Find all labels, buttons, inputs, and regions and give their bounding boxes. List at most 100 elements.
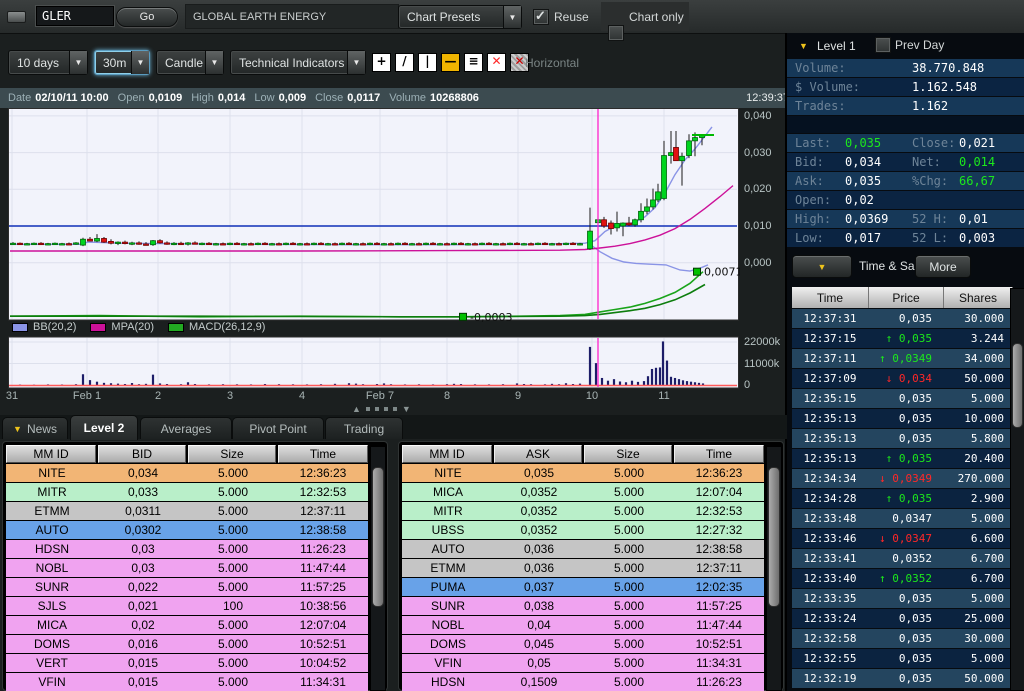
ts-row[interactable]: 12:34:28↑ 0,0352.900	[792, 489, 1010, 508]
ts-row[interactable]: 12:32:580,03530.000	[792, 629, 1010, 648]
chart-style-dropdown[interactable]: Candle ▼	[156, 50, 224, 75]
ts-column-header[interactable]: Shares	[944, 287, 1013, 308]
ts-row[interactable]: 12:35:13↑ 0,03520.400	[792, 449, 1010, 468]
level1-quote-row: Open:0,02	[787, 191, 1024, 209]
l2-column-header[interactable]: ASK	[494, 445, 582, 463]
crosshair-plus-icon[interactable]: +	[372, 53, 391, 72]
ts-row[interactable]: 12:33:350,0355.000	[792, 589, 1010, 608]
l2-bid-row[interactable]: HDSN0,035.00011:26:23	[6, 540, 368, 558]
l2-ask-row[interactable]: AUTO0,0365.00012:38:58	[402, 540, 764, 558]
l2-ask-row[interactable]: DOMS0,0455.00010:52:51	[402, 635, 764, 653]
scrollbar-thumb[interactable]	[768, 467, 780, 607]
symbol-input[interactable]	[36, 6, 114, 26]
trendline-icon[interactable]: /	[395, 53, 414, 72]
pager-down-icon[interactable]: ▼	[402, 404, 411, 414]
l2-ask-row[interactable]: MICA0,03525.00012:07:04	[402, 483, 764, 501]
ts-row[interactable]: 12:33:240,03525.000	[792, 609, 1010, 628]
ts-row[interactable]: 12:35:130,03510.000	[792, 409, 1010, 428]
prev-day-checkbox[interactable]	[875, 37, 891, 53]
l2-ask-row[interactable]: PUMA0,0375.00012:02:35	[402, 578, 764, 596]
l2-bid-row[interactable]: SJLS0,02110010:38:56	[6, 597, 368, 615]
bid-table-scrollbar[interactable]	[370, 446, 386, 691]
ts-row[interactable]: 12:32:550,0355.000	[792, 649, 1010, 668]
ts-row[interactable]: 12:35:130,0355.800	[792, 429, 1010, 448]
time-sales-table[interactable]: 12:37:310,03530.00012:37:15↑ 0,0353.2441…	[792, 309, 1010, 691]
delete-line-icon[interactable]: ✕	[487, 53, 506, 72]
l2-ask-row[interactable]: NOBL0,045.00011:47:44	[402, 616, 764, 634]
collapse-triangle-icon[interactable]: ▼	[799, 41, 808, 51]
l2-ask-row[interactable]: VFIN0,055.00011:34:31	[402, 654, 764, 672]
ts-time: 12:33:46	[792, 532, 868, 545]
l2-bid-row[interactable]: AUTO0,03025.00012:38:58	[6, 521, 368, 539]
l2-column-header[interactable]: Time	[278, 445, 368, 463]
chart-only-checkbox[interactable]	[608, 25, 624, 41]
l2-bid-row[interactable]: ETMM0,03115.00012:37:11	[6, 502, 368, 520]
l2-bid-row[interactable]: MITR0,0335.00012:32:53	[6, 483, 368, 501]
time: 12:02:35	[674, 580, 764, 594]
l2-column-header[interactable]: BID	[98, 445, 186, 463]
l2-bid-row[interactable]: DOMS0,0165.00010:52:51	[6, 635, 368, 653]
lines-list-icon[interactable]: ≡	[464, 53, 483, 72]
l2-bid-row[interactable]: VERT0,0155.00010:04:52	[6, 654, 368, 672]
go-button[interactable]: Go	[116, 7, 178, 27]
l2-ask-row[interactable]: ETMM0,0365.00012:37:11	[402, 559, 764, 577]
reuse-checkbox[interactable]	[533, 9, 549, 25]
l2-column-header[interactable]: MM ID	[6, 445, 96, 463]
vertical-line-icon[interactable]: |	[418, 53, 437, 72]
l2-ask-row[interactable]: NITE0,0355.00012:36:23	[402, 464, 764, 482]
volume-bar	[607, 381, 609, 385]
ts-row[interactable]: 12:35:150,0355.000	[792, 389, 1010, 408]
ts-row[interactable]: 12:33:46↓ 0,03476.600	[792, 529, 1010, 548]
level2-ask-table[interactable]: MM IDASKSizeTimeNITE0,0355.00012:36:23MI…	[402, 445, 764, 691]
l2-ask-row[interactable]: UBSS0,03525.00012:27:32	[402, 521, 764, 539]
ts-row[interactable]: 12:33:40↑ 0,03526.700	[792, 569, 1010, 588]
clock: 12:39:37	[746, 92, 789, 104]
tab-averages[interactable]: Averages	[140, 417, 232, 439]
l2-bid-row[interactable]: SUNR0,0225.00011:57:25	[6, 578, 368, 596]
l2-bid-row[interactable]: VFIN0,0155.00011:34:31	[6, 673, 368, 691]
level2-bid-table[interactable]: MM IDBIDSizeTimeNITE0,0345.00012:36:23MI…	[6, 445, 368, 691]
ask-table-scrollbar[interactable]	[766, 446, 782, 691]
time-sales-dropdown-button[interactable]: ▼	[792, 255, 852, 278]
ts-price: ↑ 0,035	[868, 492, 942, 505]
ts-row[interactable]: 12:33:480,03475.000	[792, 509, 1010, 528]
ts-row[interactable]: 12:37:15↑ 0,0353.244	[792, 329, 1010, 348]
volume-bar	[152, 375, 154, 385]
pager-up-icon[interactable]: ▲	[352, 404, 361, 414]
l2-bid-row[interactable]: NITE0,0345.00012:36:23	[6, 464, 368, 482]
ts-row[interactable]: 12:33:410,03526.700	[792, 549, 1010, 568]
ts-row[interactable]: 12:32:190,03550.000	[792, 669, 1010, 688]
time-sales-scrollbar[interactable]	[1010, 288, 1024, 691]
range-dropdown[interactable]: 10 days ▼	[8, 50, 88, 75]
tab-pivot-point[interactable]: Pivot Point	[232, 417, 324, 439]
tab-trading[interactable]: Trading	[325, 417, 403, 439]
l2-ask-row[interactable]: MITR0,03525.00012:32:53	[402, 502, 764, 520]
l2-bid-row[interactable]: MICA0,025.00012:07:04	[6, 616, 368, 634]
l2-column-header[interactable]: Size	[188, 445, 276, 463]
ts-row[interactable]: 12:37:09↓ 0,03450.000	[792, 369, 1010, 388]
price-chart[interactable]: -0,00030,0071	[8, 108, 740, 389]
l2-ask-row[interactable]: HDSN0,15095.00011:26:23	[402, 673, 764, 691]
ts-column-header[interactable]: Time	[792, 287, 869, 308]
window-icon[interactable]	[7, 11, 26, 23]
chart-presets-dropdown[interactable]: Chart Presets ▼	[398, 5, 522, 29]
ts-row[interactable]: 12:34:34↓ 0,0349270.000	[792, 469, 1010, 488]
tab-news[interactable]: ▼News	[2, 417, 68, 439]
l2-column-header[interactable]: MM ID	[402, 445, 492, 463]
scrollbar-thumb[interactable]	[1012, 343, 1023, 428]
l2-bid-row[interactable]: NOBL0,035.00011:47:44	[6, 559, 368, 577]
l2-column-header[interactable]: Time	[674, 445, 764, 463]
l2-ask-row[interactable]: SUNR0,0385.00011:57:25	[402, 597, 764, 615]
ts-row[interactable]: 12:37:11↑ 0,034934.000	[792, 349, 1010, 368]
l2-column-header[interactable]: Size	[584, 445, 672, 463]
candle-body	[340, 243, 345, 244]
ts-row[interactable]: 12:37:310,03530.000	[792, 309, 1010, 328]
ts-column-header[interactable]: Price	[869, 287, 944, 308]
tab-level-2[interactable]: Level 2	[70, 415, 138, 440]
more-button[interactable]: More	[915, 255, 971, 278]
scrollbar-thumb[interactable]	[372, 467, 384, 607]
technical-indicators-dropdown[interactable]: Technical Indicators ▼	[230, 50, 366, 75]
time: 12:38:58	[278, 523, 368, 537]
horizontal-line-icon[interactable]: —	[441, 53, 460, 72]
interval-dropdown[interactable]: 30m ▼	[94, 50, 150, 75]
